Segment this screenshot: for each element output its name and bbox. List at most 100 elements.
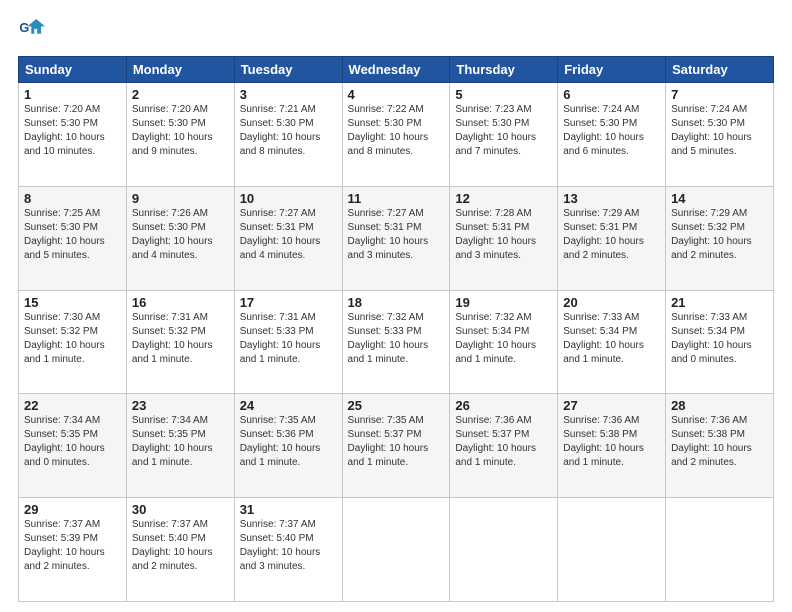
- day-number: 16: [132, 295, 229, 310]
- day-number: 5: [455, 87, 552, 102]
- calendar-cell: 18Sunrise: 7:32 AMSunset: 5:33 PMDayligh…: [342, 290, 450, 394]
- calendar-cell: 19Sunrise: 7:32 AMSunset: 5:34 PMDayligh…: [450, 290, 558, 394]
- day-info: Sunrise: 7:35 AMSunset: 5:36 PMDaylight:…: [240, 414, 337, 470]
- calendar-cell: [666, 498, 774, 602]
- calendar-week-row: 22Sunrise: 7:34 AMSunset: 5:35 PMDayligh…: [19, 394, 774, 498]
- day-number: 3: [240, 87, 337, 102]
- calendar-cell: [558, 498, 666, 602]
- day-number: 13: [563, 191, 660, 206]
- day-number: 27: [563, 398, 660, 413]
- calendar-cell: 22Sunrise: 7:34 AMSunset: 5:35 PMDayligh…: [19, 394, 127, 498]
- day-info: Sunrise: 7:20 AMSunset: 5:30 PMDaylight:…: [24, 103, 121, 159]
- header: G: [18, 18, 774, 46]
- day-number: 9: [132, 191, 229, 206]
- calendar-cell: 11Sunrise: 7:27 AMSunset: 5:31 PMDayligh…: [342, 186, 450, 290]
- day-info: Sunrise: 7:33 AMSunset: 5:34 PMDaylight:…: [671, 311, 768, 367]
- calendar-body: 1Sunrise: 7:20 AMSunset: 5:30 PMDaylight…: [19, 83, 774, 602]
- calendar-cell: 20Sunrise: 7:33 AMSunset: 5:34 PMDayligh…: [558, 290, 666, 394]
- day-info: Sunrise: 7:37 AMSunset: 5:40 PMDaylight:…: [240, 518, 337, 574]
- day-number: 6: [563, 87, 660, 102]
- calendar-cell: 2Sunrise: 7:20 AMSunset: 5:30 PMDaylight…: [126, 83, 234, 187]
- day-info: Sunrise: 7:36 AMSunset: 5:37 PMDaylight:…: [455, 414, 552, 470]
- day-number: 20: [563, 295, 660, 310]
- calendar-cell: [342, 498, 450, 602]
- calendar-week-row: 1Sunrise: 7:20 AMSunset: 5:30 PMDaylight…: [19, 83, 774, 187]
- calendar: SundayMondayTuesdayWednesdayThursdayFrid…: [18, 56, 774, 602]
- day-info: Sunrise: 7:22 AMSunset: 5:30 PMDaylight:…: [348, 103, 445, 159]
- calendar-cell: 17Sunrise: 7:31 AMSunset: 5:33 PMDayligh…: [234, 290, 342, 394]
- logo-icon: G: [18, 18, 46, 46]
- day-info: Sunrise: 7:27 AMSunset: 5:31 PMDaylight:…: [348, 207, 445, 263]
- calendar-cell: 13Sunrise: 7:29 AMSunset: 5:31 PMDayligh…: [558, 186, 666, 290]
- calendar-cell: 16Sunrise: 7:31 AMSunset: 5:32 PMDayligh…: [126, 290, 234, 394]
- calendar-cell: 9Sunrise: 7:26 AMSunset: 5:30 PMDaylight…: [126, 186, 234, 290]
- calendar-cell: 24Sunrise: 7:35 AMSunset: 5:36 PMDayligh…: [234, 394, 342, 498]
- day-info: Sunrise: 7:33 AMSunset: 5:34 PMDaylight:…: [563, 311, 660, 367]
- day-info: Sunrise: 7:31 AMSunset: 5:33 PMDaylight:…: [240, 311, 337, 367]
- day-info: Sunrise: 7:37 AMSunset: 5:39 PMDaylight:…: [24, 518, 121, 574]
- day-number: 28: [671, 398, 768, 413]
- day-number: 22: [24, 398, 121, 413]
- day-number: 21: [671, 295, 768, 310]
- day-number: 19: [455, 295, 552, 310]
- day-number: 23: [132, 398, 229, 413]
- calendar-cell: [450, 498, 558, 602]
- weekday-header: Tuesday: [234, 57, 342, 83]
- calendar-cell: 23Sunrise: 7:34 AMSunset: 5:35 PMDayligh…: [126, 394, 234, 498]
- day-number: 15: [24, 295, 121, 310]
- calendar-cell: 25Sunrise: 7:35 AMSunset: 5:37 PMDayligh…: [342, 394, 450, 498]
- day-info: Sunrise: 7:34 AMSunset: 5:35 PMDaylight:…: [24, 414, 121, 470]
- calendar-cell: 12Sunrise: 7:28 AMSunset: 5:31 PMDayligh…: [450, 186, 558, 290]
- day-info: Sunrise: 7:24 AMSunset: 5:30 PMDaylight:…: [671, 103, 768, 159]
- weekday-header: Sunday: [19, 57, 127, 83]
- day-info: Sunrise: 7:27 AMSunset: 5:31 PMDaylight:…: [240, 207, 337, 263]
- calendar-cell: 4Sunrise: 7:22 AMSunset: 5:30 PMDaylight…: [342, 83, 450, 187]
- logo: G: [18, 18, 50, 46]
- day-info: Sunrise: 7:37 AMSunset: 5:40 PMDaylight:…: [132, 518, 229, 574]
- day-info: Sunrise: 7:25 AMSunset: 5:30 PMDaylight:…: [24, 207, 121, 263]
- calendar-cell: 27Sunrise: 7:36 AMSunset: 5:38 PMDayligh…: [558, 394, 666, 498]
- calendar-cell: 15Sunrise: 7:30 AMSunset: 5:32 PMDayligh…: [19, 290, 127, 394]
- day-number: 12: [455, 191, 552, 206]
- day-number: 24: [240, 398, 337, 413]
- day-info: Sunrise: 7:30 AMSunset: 5:32 PMDaylight:…: [24, 311, 121, 367]
- day-number: 10: [240, 191, 337, 206]
- day-number: 11: [348, 191, 445, 206]
- day-number: 18: [348, 295, 445, 310]
- day-number: 4: [348, 87, 445, 102]
- day-info: Sunrise: 7:36 AMSunset: 5:38 PMDaylight:…: [671, 414, 768, 470]
- day-number: 29: [24, 502, 121, 517]
- page: G SundayMondayTuesdayWednesdayThursdayFr…: [0, 0, 792, 612]
- day-info: Sunrise: 7:28 AMSunset: 5:31 PMDaylight:…: [455, 207, 552, 263]
- day-info: Sunrise: 7:20 AMSunset: 5:30 PMDaylight:…: [132, 103, 229, 159]
- day-info: Sunrise: 7:32 AMSunset: 5:33 PMDaylight:…: [348, 311, 445, 367]
- calendar-cell: 1Sunrise: 7:20 AMSunset: 5:30 PMDaylight…: [19, 83, 127, 187]
- weekday-header: Friday: [558, 57, 666, 83]
- day-number: 14: [671, 191, 768, 206]
- calendar-cell: 7Sunrise: 7:24 AMSunset: 5:30 PMDaylight…: [666, 83, 774, 187]
- day-number: 1: [24, 87, 121, 102]
- day-number: 7: [671, 87, 768, 102]
- day-info: Sunrise: 7:34 AMSunset: 5:35 PMDaylight:…: [132, 414, 229, 470]
- calendar-cell: 30Sunrise: 7:37 AMSunset: 5:40 PMDayligh…: [126, 498, 234, 602]
- weekday-header: Thursday: [450, 57, 558, 83]
- calendar-week-row: 15Sunrise: 7:30 AMSunset: 5:32 PMDayligh…: [19, 290, 774, 394]
- calendar-cell: 6Sunrise: 7:24 AMSunset: 5:30 PMDaylight…: [558, 83, 666, 187]
- weekday-header: Saturday: [666, 57, 774, 83]
- day-number: 17: [240, 295, 337, 310]
- day-number: 30: [132, 502, 229, 517]
- day-number: 2: [132, 87, 229, 102]
- day-info: Sunrise: 7:35 AMSunset: 5:37 PMDaylight:…: [348, 414, 445, 470]
- day-info: Sunrise: 7:26 AMSunset: 5:30 PMDaylight:…: [132, 207, 229, 263]
- day-info: Sunrise: 7:24 AMSunset: 5:30 PMDaylight:…: [563, 103, 660, 159]
- calendar-cell: 5Sunrise: 7:23 AMSunset: 5:30 PMDaylight…: [450, 83, 558, 187]
- day-info: Sunrise: 7:29 AMSunset: 5:31 PMDaylight:…: [563, 207, 660, 263]
- calendar-cell: 26Sunrise: 7:36 AMSunset: 5:37 PMDayligh…: [450, 394, 558, 498]
- day-number: 8: [24, 191, 121, 206]
- calendar-cell: 14Sunrise: 7:29 AMSunset: 5:32 PMDayligh…: [666, 186, 774, 290]
- calendar-cell: 31Sunrise: 7:37 AMSunset: 5:40 PMDayligh…: [234, 498, 342, 602]
- calendar-cell: 28Sunrise: 7:36 AMSunset: 5:38 PMDayligh…: [666, 394, 774, 498]
- calendar-cell: 29Sunrise: 7:37 AMSunset: 5:39 PMDayligh…: [19, 498, 127, 602]
- svg-text:G: G: [19, 21, 29, 35]
- day-info: Sunrise: 7:29 AMSunset: 5:32 PMDaylight:…: [671, 207, 768, 263]
